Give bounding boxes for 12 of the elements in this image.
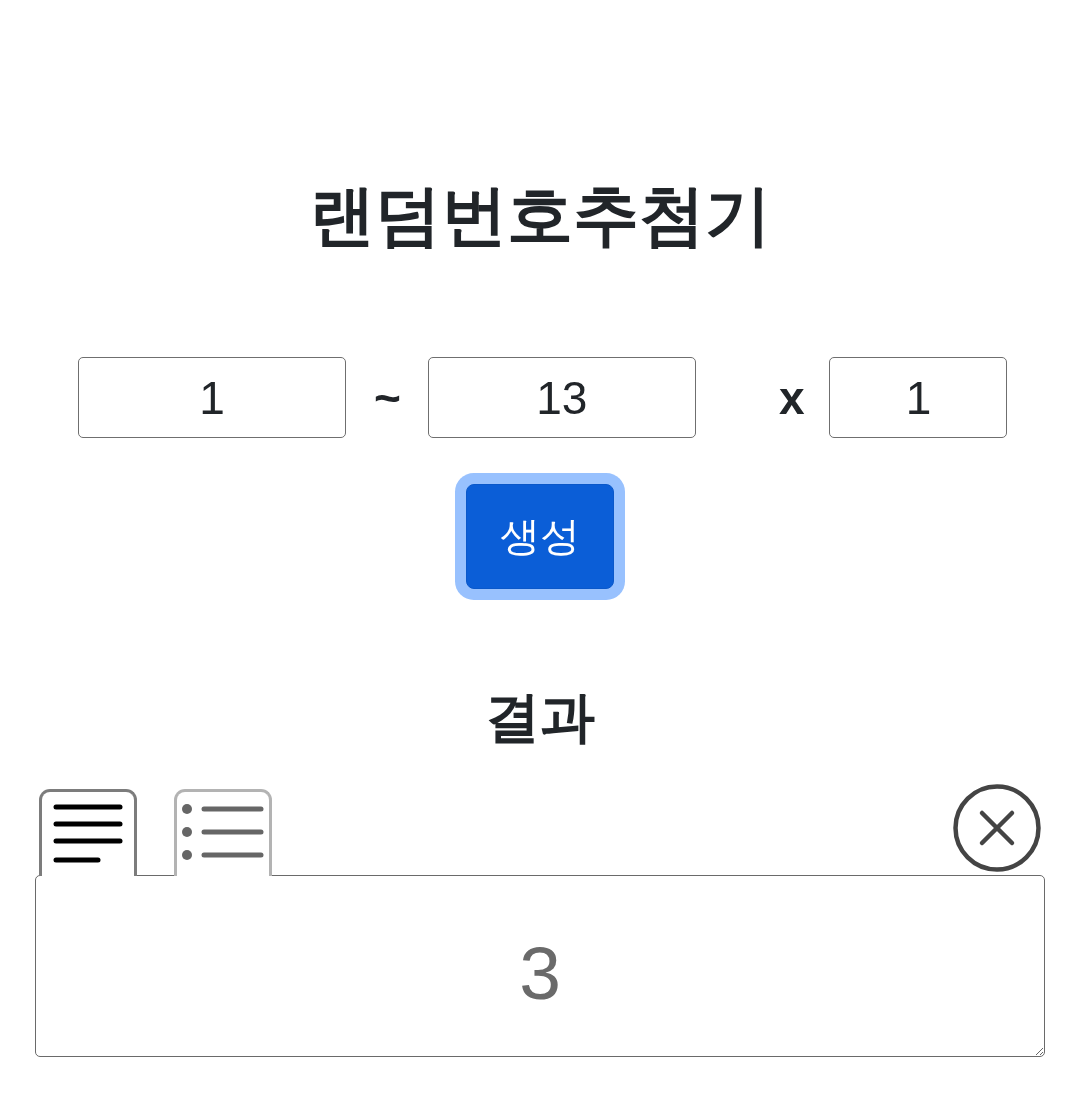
close-icon[interactable] bbox=[953, 784, 1041, 872]
range-separator: ~ bbox=[374, 374, 401, 421]
times-label: x bbox=[778, 374, 805, 421]
number-field[interactable]: 13 bbox=[427, 357, 696, 438]
view-tab[interactable] bbox=[39, 789, 137, 876]
list-icon bbox=[182, 804, 264, 860]
number-field[interactable]: 1 bbox=[829, 357, 1008, 438]
page-title: 랜덤번호추첨기 bbox=[309, 177, 771, 254]
text-lines-icon bbox=[53, 804, 123, 864]
number-field[interactable]: 1 bbox=[78, 357, 346, 438]
result-field[interactable]: 3 bbox=[35, 875, 1045, 1057]
result-heading: 결과 bbox=[485, 685, 595, 749]
